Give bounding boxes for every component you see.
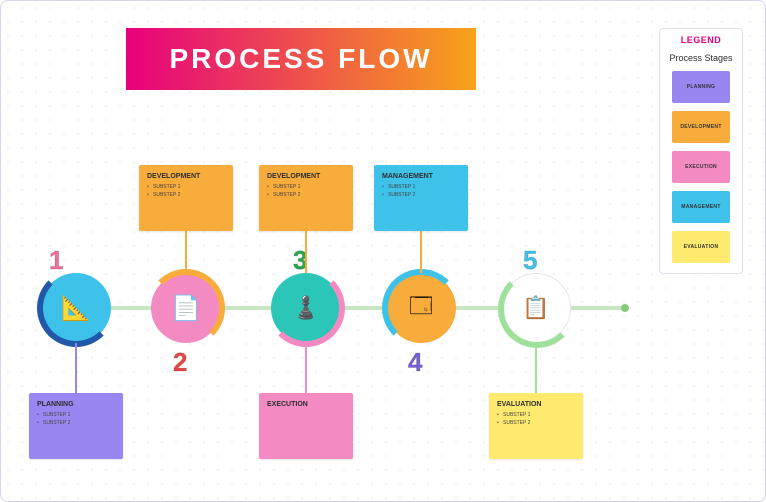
- legend-item-development: DEVELOPMENT: [672, 111, 730, 143]
- legend-item-management: MANAGEMENT: [672, 191, 730, 223]
- node-4: 4 🗔 MANAGEMENT SUBSTEP 1 SUBSTEP 2: [386, 273, 466, 343]
- card-title: DEVELOPMENT: [147, 173, 225, 180]
- connector-1: [75, 343, 77, 393]
- ring-icon: [498, 270, 576, 348]
- legend-item-execution: EXECUTION: [672, 151, 730, 183]
- ring-icon: [382, 269, 460, 347]
- connector-2: [185, 231, 187, 273]
- node-circle-5: 📋: [501, 273, 571, 343]
- card-development-3: DEVELOPMENT SUBSTEP 1 SUBSTEP 2: [259, 165, 353, 231]
- ring-icon: [147, 269, 225, 347]
- node-circle-4: 🗔: [386, 273, 456, 343]
- card-development-2: DEVELOPMENT SUBSTEP 1 SUBSTEP 2: [139, 165, 233, 231]
- legend-title: LEGEND: [681, 35, 722, 45]
- node-circle-1: 📐: [41, 273, 111, 343]
- node-5: 5 📋 EVALUATION SUBSTEP 1 SUBSTEP 2: [501, 273, 581, 343]
- node-circle-2: 📄: [151, 273, 221, 343]
- node-2: 2 📄 DEVELOPMENT SUBSTEP 1 SUBSTEP 2: [151, 273, 231, 343]
- card-sub: SUBSTEP 1: [267, 184, 345, 190]
- card-sub: SUBSTEP 1: [497, 412, 575, 418]
- node-number-4: 4: [408, 347, 422, 378]
- legend-item-evaluation: EVALUATION: [672, 231, 730, 263]
- connector-4: [420, 231, 422, 273]
- connector-3-up: [305, 231, 307, 273]
- card-planning: PLANNING SUBSTEP 1 SUBSTEP 2: [29, 393, 123, 459]
- legend-panel: LEGEND Process Stages PLANNING DEVELOPME…: [659, 28, 743, 274]
- connector-5: [535, 343, 537, 393]
- card-sub: SUBSTEP 2: [37, 420, 115, 426]
- card-sub: SUBSTEP 1: [147, 184, 225, 190]
- card-sub: SUBSTEP 1: [382, 184, 460, 190]
- page-title-banner: PROCESS FLOW: [126, 28, 476, 90]
- page-title: PROCESS FLOW: [169, 43, 432, 75]
- card-title: EVALUATION: [497, 401, 575, 408]
- diagram-canvas: PROCESS FLOW LEGEND Process Stages PLANN…: [1, 1, 765, 501]
- connector-3-down: [305, 343, 307, 393]
- legend-item-planning: PLANNING: [672, 71, 730, 103]
- node-number-2: 2: [173, 347, 187, 378]
- card-sub: SUBSTEP 1: [37, 412, 115, 418]
- legend-subtitle: Process Stages: [669, 53, 732, 63]
- card-sub: SUBSTEP 2: [382, 192, 460, 198]
- card-title: MANAGEMENT: [382, 173, 460, 180]
- card-title: PLANNING: [37, 401, 115, 408]
- card-management: MANAGEMENT SUBSTEP 1 SUBSTEP 2: [374, 165, 468, 231]
- card-title: DEVELOPMENT: [267, 173, 345, 180]
- card-sub: SUBSTEP 2: [267, 192, 345, 198]
- node-circle-3: ♟️: [271, 273, 341, 343]
- ring-icon: [267, 269, 345, 347]
- card-sub: SUBSTEP 2: [497, 420, 575, 426]
- card-execution: EXECUTION: [259, 393, 353, 459]
- card-sub: SUBSTEP 2: [147, 192, 225, 198]
- node-3: 3 ♟️ DEVELOPMENT SUBSTEP 1 SUBSTEP 2 EXE…: [271, 273, 351, 343]
- card-evaluation: EVALUATION SUBSTEP 1 SUBSTEP 2: [489, 393, 583, 459]
- ring-icon: [37, 269, 115, 347]
- node-1: 1 📐 PLANNING SUBSTEP 1 SUBSTEP 2: [41, 273, 121, 343]
- card-title: EXECUTION: [267, 401, 345, 408]
